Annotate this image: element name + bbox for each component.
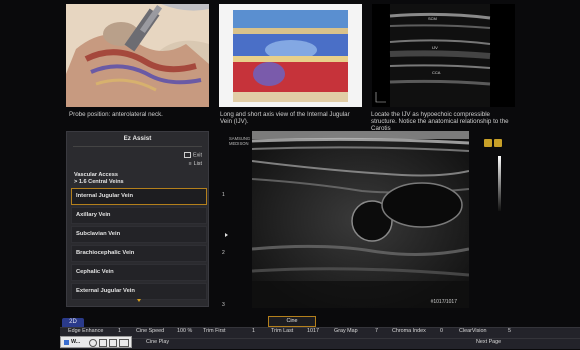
list-icon: ≡ (188, 161, 192, 167)
control-row-2 (60, 338, 580, 349)
gray-scale-bar (498, 156, 501, 211)
model-label: MEDISON (229, 141, 249, 146)
mode-tab-2d[interactable]: 2D (62, 318, 84, 327)
trim-last-value: 1017 (307, 328, 319, 334)
lock-icon[interactable] (484, 139, 492, 147)
list-label: List (193, 161, 202, 167)
ez-assist-title: Ez Assist (123, 135, 152, 142)
vein-item-axillary[interactable]: Axillary Vein (71, 207, 207, 224)
trim-last-label[interactable]: Trim Last (271, 328, 293, 334)
frame-counter: #1017/1017 (430, 299, 457, 305)
print-icon[interactable] (494, 139, 502, 147)
breadcrumb-category: Vascular Access (74, 172, 118, 178)
depth-mark-3: 3 (222, 302, 225, 308)
reference-ultrasound: SCM IJV CCA (372, 4, 515, 107)
vein-item-brachiocephalic[interactable]: Brachiocephalic Vein (71, 245, 207, 262)
breadcrumb-subcategory: > 1.6 Central Veins (74, 179, 124, 185)
depth-mark-2: 2 (222, 250, 225, 256)
gray-map-label[interactable]: Gray Map (334, 328, 358, 334)
cine-play-button[interactable]: Cine Play (146, 339, 169, 345)
next-page-button[interactable]: Next Page (476, 339, 501, 345)
edge-enhance-label[interactable]: Edge Enhance (68, 328, 103, 334)
vein-schematic (219, 4, 362, 107)
us-label-scm: SCM (428, 16, 437, 21)
trim-first-value: 1 (252, 328, 255, 334)
vein-item-subclavian[interactable]: Subclavian Vein (71, 226, 207, 243)
chroma-index-value: 0 (440, 328, 443, 334)
ultrasound-image[interactable]: #1017/1017 (252, 131, 469, 308)
caption-locate-ijv: Locate the IJV as hypoechoic compressibl… (371, 111, 509, 133)
vein-item-cephalic[interactable]: Cephalic Vein (71, 264, 207, 281)
chroma-index-label[interactable]: Chroma Index (392, 328, 426, 334)
depth-mark-1: 1 (222, 192, 225, 198)
gray-map-value: 7 (375, 328, 378, 334)
caption-axis-view: Long and short axis view of the Internal… (220, 111, 350, 126)
caption-probe-position: Probe position: anterolateral neck. (69, 111, 163, 118)
display-icon[interactable] (119, 339, 129, 347)
settings-icon[interactable] (89, 339, 97, 347)
taskbar[interactable]: W... (60, 336, 132, 348)
focus-marker-icon (225, 233, 228, 237)
exit-label: Exit (193, 152, 202, 159)
clearvision-label[interactable]: ClearVision (459, 328, 486, 334)
edge-enhance-value: 1 (118, 328, 121, 334)
clearvision-value: 5 (508, 328, 511, 334)
cine-speed-label[interactable]: Cine Speed (136, 328, 164, 334)
us-label-cca: CCA (432, 70, 441, 75)
exit-button[interactable]: Exit (184, 152, 202, 158)
divider (73, 146, 202, 147)
mode-label: 2D (69, 319, 77, 325)
vein-item-external-jugular[interactable]: External Jugular Vein (71, 283, 207, 300)
windows-icon (64, 340, 69, 345)
trim-first-label[interactable]: Trim First (203, 328, 226, 334)
scroll-down-icon[interactable] (137, 299, 141, 302)
exit-icon (184, 152, 191, 158)
list-button[interactable]: ≡ List (189, 161, 202, 167)
vein-item-internal-jugular[interactable]: Internal Jugular Vein (71, 188, 207, 205)
cine-label: Cine (286, 318, 298, 324)
anatomy-illustration (66, 4, 209, 107)
taskbar-label: W... (71, 339, 81, 345)
network-icon[interactable] (99, 339, 107, 347)
ez-assist-panel: Ez Assist Exit ≡ List Vascular Access > 1… (66, 131, 209, 307)
volume-icon[interactable] (109, 339, 117, 347)
cine-button[interactable]: Cine (268, 316, 316, 327)
us-label-ijv: IJV (432, 45, 438, 50)
cine-speed-value: 100 % (177, 328, 193, 334)
